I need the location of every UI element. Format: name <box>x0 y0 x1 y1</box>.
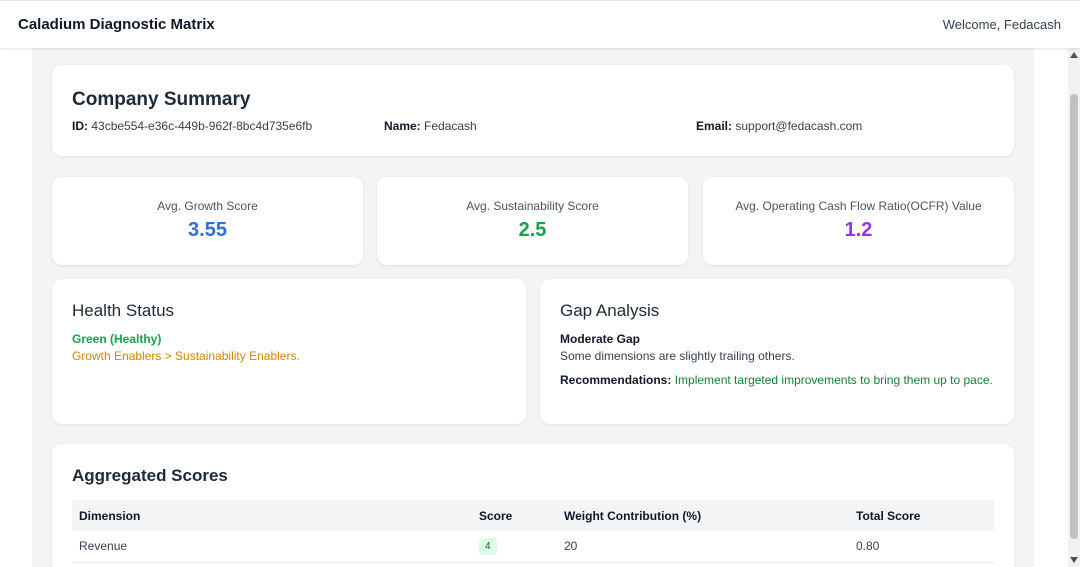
scroll-down-arrow-icon[interactable] <box>1070 557 1078 563</box>
sustainability-score-card: Avg. Sustainability Score 2.5 <box>377 177 688 265</box>
growth-score-card: Avg. Growth Score 3.55 <box>52 177 363 265</box>
welcome-text: Welcome, Fedacash <box>942 17 1061 32</box>
aggregated-scores-title: Aggregated Scores <box>72 466 228 485</box>
health-status-title: Health Status <box>72 301 175 320</box>
score-badge: 4 <box>479 537 497 555</box>
scrollbar-thumb[interactable] <box>1070 94 1078 539</box>
company-email-value: support@fedacash.com <box>735 119 863 133</box>
company-name: Name: Fedacash <box>384 119 477 133</box>
main-content[interactable]: Company Summary ID: 43cbe554-e36c-449b-9… <box>0 48 1068 567</box>
company-email-label: Email: <box>696 119 733 133</box>
gap-analysis-card: Gap Analysis Moderate Gap Some dimension… <box>540 279 1014 424</box>
company-name-label: Name: <box>384 119 421 133</box>
ocfr-value: 1.2 <box>844 219 873 241</box>
company-id-label: ID: <box>72 119 88 133</box>
health-status-label: Green (Healthy) <box>72 332 162 346</box>
cell-weight: 20 <box>557 531 849 563</box>
cell-total: 0.80 <box>849 531 994 563</box>
ocfr-value-card: Avg. Operating Cash Flow Ratio(OCFR) Val… <box>703 177 1014 265</box>
table-row: Revenue 4 20 0.80 <box>72 531 994 563</box>
column-header-total: Total Score <box>856 508 921 523</box>
recommendations-label: Recommendations: <box>560 373 672 387</box>
column-header-weight: Weight Contribution (%) <box>564 508 702 523</box>
scroll-up-arrow-icon[interactable] <box>1070 52 1078 58</box>
aggregated-scores-card: Aggregated Scores Dimension Score Weight… <box>52 444 1014 567</box>
metric-label: Avg. Operating Cash Flow Ratio(OCFR) Val… <box>735 199 982 213</box>
metric-label: Avg. Sustainability Score <box>466 199 599 213</box>
growth-score-value: 3.55 <box>188 219 227 241</box>
company-summary-card: Company Summary ID: 43cbe554-e36c-449b-9… <box>52 65 1014 156</box>
cell-dimension: Revenue <box>72 531 472 563</box>
table-header-row: Dimension Score Weight Contribution (%) … <box>72 500 994 531</box>
sustainability-score-value: 2.5 <box>518 219 547 241</box>
company-name-value: Fedacash <box>424 119 477 133</box>
metric-label: Avg. Growth Score <box>157 199 258 213</box>
recommendations: Recommendations: Implement targeted impr… <box>560 372 994 389</box>
aggregated-scores-table: Dimension Score Weight Contribution (%) … <box>72 500 994 563</box>
recommendations-text: Implement targeted improvements to bring… <box>674 373 993 387</box>
company-summary-title: Company Summary <box>72 89 251 110</box>
gap-analysis-title: Gap Analysis <box>560 301 660 320</box>
company-id-value: 43cbe554-e36c-449b-962f-8bc4d735e6fb <box>91 119 313 133</box>
column-header-dimension: Dimension <box>79 508 141 523</box>
column-header-score: Score <box>479 508 513 523</box>
app-title: Caladium Diagnostic Matrix <box>18 16 215 33</box>
vertical-scrollbar[interactable] <box>1068 48 1080 567</box>
company-meta-row: ID: 43cbe554-e36c-449b-962f-8bc4d735e6fb… <box>72 119 994 139</box>
health-status-detail: Growth Enablers > Sustainability Enabler… <box>72 349 300 363</box>
company-email: Email: support@fedacash.com <box>696 119 862 133</box>
cell-score: 4 <box>472 531 557 563</box>
gap-level: Moderate Gap <box>560 332 641 346</box>
company-id: ID: 43cbe554-e36c-449b-962f-8bc4d735e6fb <box>72 119 312 133</box>
top-bar: Caladium Diagnostic Matrix Welcome, Feda… <box>0 0 1080 48</box>
health-status-card: Health Status Green (Healthy) Growth Ena… <box>52 279 526 424</box>
gap-description: Some dimensions are slightly trailing ot… <box>560 349 795 363</box>
